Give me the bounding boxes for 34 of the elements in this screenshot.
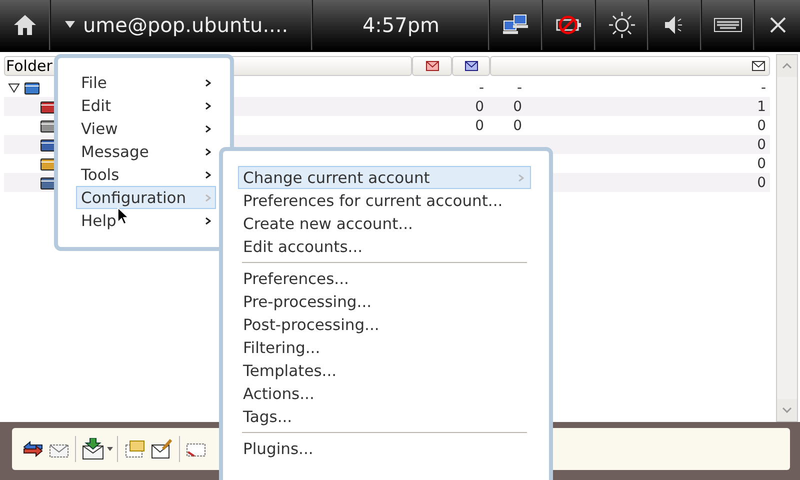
table-cell: - [760, 80, 766, 96]
clock-time: 4:57pm [362, 13, 440, 37]
menu-item[interactable]: Tools [76, 163, 216, 186]
table-cell: 0 [757, 136, 766, 152]
menu-item[interactable]: Actions... [238, 382, 531, 405]
menu-item[interactable]: Edit accounts... [238, 235, 531, 258]
menu-item[interactable]: File [76, 71, 216, 94]
menu-item[interactable]: Preferences for current account... [238, 189, 531, 212]
table-cell: 0 [475, 98, 484, 114]
menu-item[interactable]: Preferences... [238, 267, 531, 290]
account-label: ume@pop.ubuntu.... [83, 13, 288, 37]
table-cell: 0 [475, 118, 484, 134]
menu-item[interactable]: Configuration [76, 186, 216, 209]
menu-item[interactable]: View [76, 117, 216, 140]
table-cell: 0 [513, 98, 522, 114]
table-cell: - [478, 80, 484, 96]
menu-item[interactable]: Change current account [238, 166, 531, 189]
table-cell: 0 [757, 118, 766, 134]
table-cell: 1 [757, 98, 766, 114]
table-cell: 0 [757, 156, 766, 172]
menu-item[interactable]: Tags... [238, 405, 531, 428]
menu-item[interactable]: Create new account... [238, 212, 531, 235]
table-cell: 0 [513, 118, 522, 134]
menu-item[interactable]: Plugins... [238, 437, 531, 460]
table-cell: - [516, 80, 522, 96]
menu-item[interactable]: Filtering... [238, 336, 531, 359]
menu-item[interactable]: Help [76, 209, 216, 232]
menu-item[interactable]: Edit [76, 94, 216, 117]
column-label: Folder [6, 57, 52, 75]
menu-item[interactable]: Pre-processing... [238, 290, 531, 313]
table-cell: 0 [757, 174, 766, 190]
menu-item[interactable]: Post-processing... [238, 313, 531, 336]
menu-item[interactable]: Templates... [238, 359, 531, 382]
menu-item[interactable]: Message [76, 140, 216, 163]
